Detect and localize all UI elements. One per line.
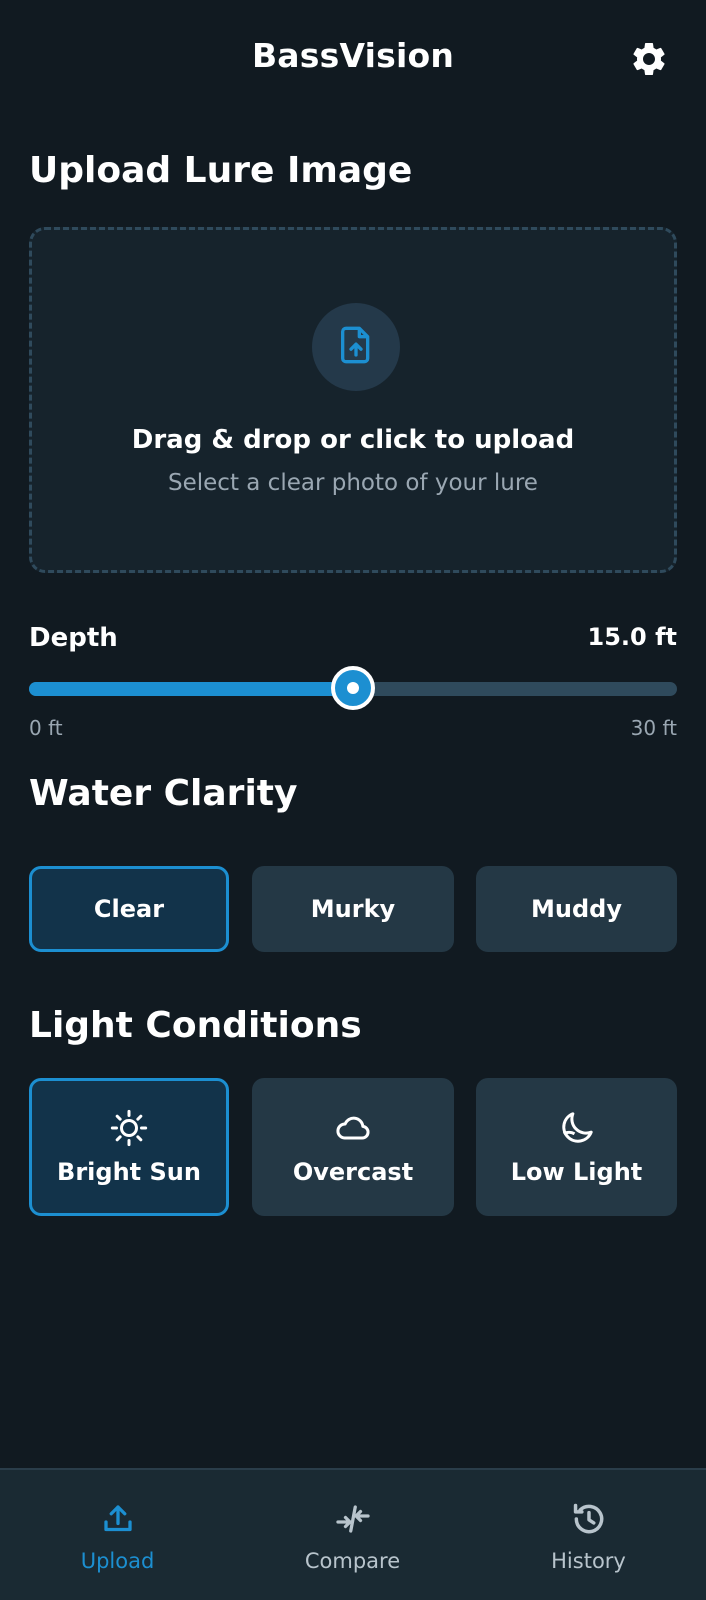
nav-item-compare[interactable]: Compare (235, 1470, 470, 1600)
top-app-bar: BassVision (0, 0, 706, 118)
clarity-option-murky[interactable]: Murky (252, 866, 454, 952)
clarity-option-muddy[interactable]: Muddy (476, 866, 677, 952)
light-option-label: Bright Sun (57, 1158, 201, 1186)
upload-icon (100, 1499, 136, 1539)
settings-button[interactable] (624, 36, 674, 86)
moon-icon (557, 1108, 597, 1148)
gear-icon (629, 39, 669, 83)
upload-dropzone[interactable]: Drag & drop or click to upload Select a … (29, 227, 677, 573)
clarity-option-label: Murky (310, 895, 396, 923)
water-clarity-title: Water Clarity (29, 773, 298, 814)
nav-item-history[interactable]: History (471, 1470, 706, 1600)
upload-secondary-text: Select a clear photo of your lure (168, 470, 538, 496)
upload-icon-circle (312, 303, 400, 391)
clarity-option-label: Clear (93, 895, 165, 923)
light-option-low-light[interactable]: Low Light (476, 1078, 677, 1216)
bottom-navigation: Upload Compare History (0, 1468, 706, 1600)
history-icon (570, 1499, 608, 1539)
nav-item-upload[interactable]: Upload (0, 1470, 235, 1600)
light-conditions-title: Light Conditions (29, 1005, 362, 1046)
cloud-icon (332, 1108, 374, 1148)
depth-label: Depth (29, 623, 118, 653)
depth-value: 15.0 ft (587, 623, 677, 651)
upload-section-title: Upload Lure Image (29, 150, 413, 191)
light-option-overcast[interactable]: Overcast (252, 1078, 454, 1216)
light-option-label: Low Light (510, 1158, 643, 1186)
light-option-bright-sun[interactable]: Bright Sun (29, 1078, 229, 1216)
clarity-option-clear[interactable]: Clear (29, 866, 229, 952)
depth-slider-fill (29, 682, 353, 696)
upload-primary-text: Drag & drop or click to upload (131, 425, 575, 455)
clarity-option-label: Muddy (531, 895, 622, 923)
light-option-label: Overcast (292, 1158, 414, 1186)
sun-icon (109, 1108, 149, 1148)
depth-slider[interactable] (29, 666, 677, 710)
depth-slider-thumb[interactable] (331, 666, 375, 710)
app-title: BassVision (251, 36, 455, 75)
app-root: BassVision Upload Lure Image Drag & drop… (0, 0, 706, 1600)
compare-arrows-icon (333, 1499, 373, 1539)
nav-item-label: Upload (80, 1549, 155, 1573)
depth-min-label: 0 ft (29, 716, 63, 740)
nav-item-label: Compare (304, 1549, 401, 1573)
depth-max-label: 30 ft (630, 716, 677, 740)
nav-item-label: History (551, 1549, 626, 1573)
file-upload-icon (336, 325, 376, 369)
